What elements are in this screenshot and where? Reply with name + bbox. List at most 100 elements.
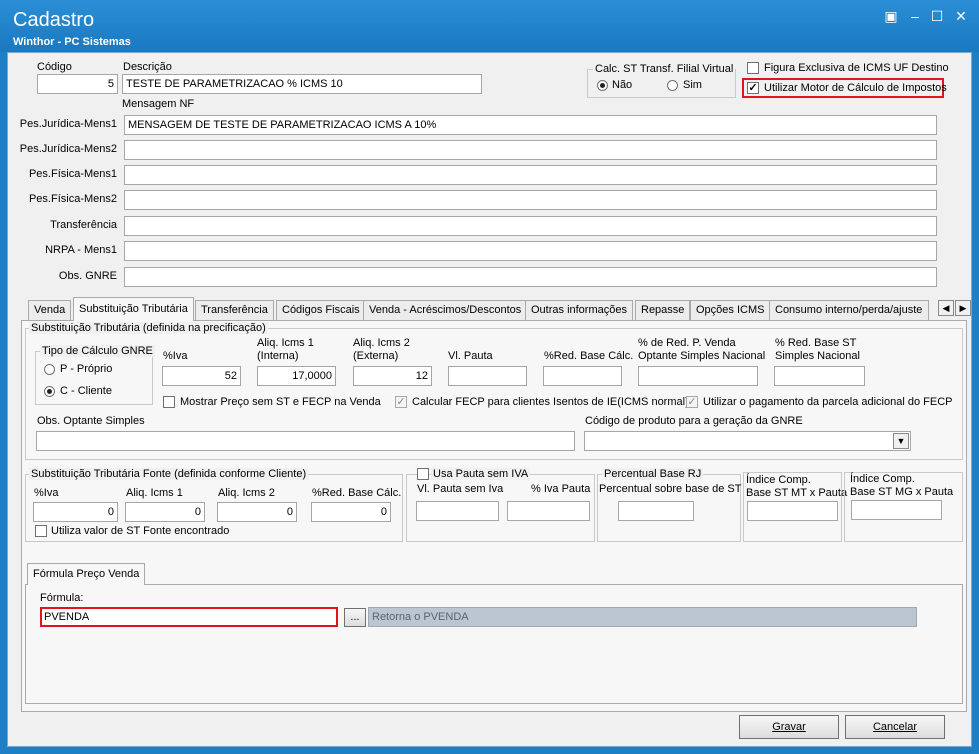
tipo-proprio-radio[interactable] — [44, 364, 55, 375]
red-st-label-2: Simples Nacional — [775, 350, 860, 362]
tab-substituicao-tributaria[interactable]: Substituição Tributária — [73, 297, 194, 321]
msg-input-1[interactable]: MENSAGEM DE TESTE DE PARAMETRIZACAO ICMS… — [124, 115, 937, 135]
msg-input-5[interactable] — [124, 216, 937, 236]
calc-st-sim-label: Sim — [683, 79, 702, 91]
red-base-label: %Red. Base Cálc. — [544, 350, 634, 362]
indice-mt-input[interactable] — [747, 501, 838, 521]
mostrar-preco-label: Mostrar Preço sem ST e FECP na Venda — [180, 396, 381, 408]
cancelar-button[interactable]: Cancelar — [845, 715, 945, 739]
usa-pauta-title: Usa Pauta sem IVA — [431, 468, 531, 480]
figura-exclusiva-label: Figura Exclusiva de ICMS UF Destino — [764, 62, 949, 74]
cancelar-label: Cancelar — [872, 721, 918, 733]
iva-pauta-label: % Iva Pauta — [531, 483, 591, 495]
tab-outras-informacoes[interactable]: Outras informações — [525, 300, 633, 320]
base-rj-input[interactable] — [618, 501, 694, 521]
codigo-input[interactable]: 5 — [37, 74, 118, 94]
minimize-icon[interactable]: – — [906, 8, 924, 24]
msg-label-1: Pes.Jurídica-Mens1 — [19, 118, 117, 130]
tab-repasse[interactable]: Repasse — [635, 300, 691, 320]
red-venda-input[interactable] — [638, 366, 758, 386]
indice-mg-label-1: Índice Comp. — [850, 473, 915, 485]
gravar-label: Gravar — [772, 721, 806, 733]
formula-input[interactable]: PVENDA — [40, 607, 338, 627]
utilizar-fecp-label: Utilizar o pagamento da parcela adiciona… — [703, 396, 953, 408]
aliq1-input[interactable]: 17,0000 — [257, 366, 336, 386]
gravar-button[interactable]: Gravar — [739, 715, 839, 739]
tab-formula-preco-venda[interactable]: Fórmula Preço Venda — [27, 563, 146, 585]
calcular-fecp-checkbox[interactable]: ✓ — [395, 396, 407, 408]
msg-input-3[interactable] — [124, 165, 937, 185]
aliq1-label-2: (Interna) — [257, 350, 299, 362]
red-st-input[interactable] — [774, 366, 865, 386]
calc-st-nao-label: Não — [612, 79, 633, 91]
utilizar-fecp-checkbox[interactable]: ✓ — [686, 396, 698, 408]
descricao-label: Descrição — [123, 61, 172, 73]
vl-pauta-input[interactable] — [416, 501, 499, 521]
tab-scroll-right-icon[interactable]: ▶ — [955, 300, 971, 316]
obs-optante-input[interactable] — [36, 431, 575, 451]
msg-label-7: Obs. GNRE — [58, 270, 117, 282]
utiliza-st-fonte-label: Utiliza valor de ST Fonte encontrado — [51, 525, 230, 537]
pauta-input[interactable] — [448, 366, 527, 386]
window-subtitle: Winthor - PC Sistemas — [13, 36, 131, 48]
motor-calculo-checkbox[interactable]: ✓ — [747, 82, 759, 94]
title-bar — [0, 0, 979, 52]
fonte-iva-input[interactable]: 0 — [33, 502, 118, 522]
formula-panel — [25, 584, 963, 704]
obs-optante-label: Obs. Optante Simples — [37, 415, 145, 427]
restore-icon[interactable]: ▣ — [882, 8, 900, 24]
formula-browse-button[interactable]: ... — [344, 608, 366, 627]
msg-input-4[interactable] — [124, 190, 937, 210]
msg-label-2: Pes.Jurídica-Mens2 — [19, 143, 117, 155]
tipo-proprio-label: P - Próprio — [60, 363, 113, 375]
aliq2-input[interactable]: 12 — [353, 366, 432, 386]
tab-venda-acrescimos[interactable]: Venda - Acréscimos/Descontos — [363, 300, 528, 320]
vl-pauta-label: Vl. Pauta sem Iva — [417, 483, 504, 495]
usa-pauta-checkbox[interactable] — [417, 468, 429, 480]
tipo-cliente-radio[interactable] — [44, 386, 55, 397]
tab-scroll-left-icon[interactable]: ◀ — [938, 300, 954, 316]
tab-venda[interactable]: Venda — [28, 300, 72, 320]
tab-consumo-interno[interactable]: Consumo interno/perda/ajuste — [769, 300, 929, 320]
fonte-red-input[interactable]: 0 — [311, 502, 391, 522]
msg-input-2[interactable] — [124, 140, 937, 160]
st-group-title: Substituição Tributária (definida na pre… — [29, 322, 268, 334]
utiliza-st-fonte-checkbox[interactable] — [35, 525, 47, 537]
aliq1-label-1: Aliq. Icms 1 — [257, 337, 314, 349]
msg-label-3: Pes.Física-Mens1 — [28, 168, 117, 180]
mostrar-preco-checkbox[interactable] — [163, 396, 175, 408]
iva-label: %Iva — [163, 350, 188, 362]
close-icon[interactable]: ✕ — [952, 8, 970, 24]
calc-st-nao-radio[interactable] — [597, 80, 608, 91]
msg-input-7[interactable] — [124, 267, 937, 287]
indice-mg-input[interactable] — [851, 500, 942, 520]
fonte-aliq1-input[interactable]: 0 — [125, 502, 205, 522]
msg-label-5: Transferência — [50, 219, 117, 231]
fonte-red-label: %Red. Base Cálc. — [312, 487, 402, 499]
chevron-down-icon[interactable]: ▼ — [893, 433, 909, 449]
indice-mt-label-2: Base ST MT x Pauta — [746, 487, 848, 499]
iva-input[interactable]: 52 — [162, 366, 241, 386]
codigo-gnre-select[interactable] — [584, 431, 911, 451]
base-rj-title: Percentual Base RJ — [602, 468, 704, 480]
descricao-input[interactable]: TESTE DE PARAMETRIZACAO % ICMS 10 — [122, 74, 482, 94]
fonte-aliq2-input[interactable]: 0 — [217, 502, 297, 522]
base-rj-label: Percentual sobre base de ST — [599, 483, 742, 495]
aliq2-label-1: Aliq. Icms 2 — [353, 337, 410, 349]
tab-opcoes-icms[interactable]: Opções ICMS — [690, 300, 771, 320]
msg-label-6: NRPA - Mens1 — [45, 244, 117, 256]
red-venda-label-1: % de Red. P. Venda — [638, 337, 736, 349]
msg-label-4: Pes.Física-Mens2 — [28, 193, 117, 205]
red-venda-label-2: Optante Simples Nacional — [638, 350, 766, 362]
calcular-fecp-label: Calcular FECP para clientes Isentos de I… — [412, 396, 689, 408]
red-base-input[interactable] — [543, 366, 622, 386]
maximize-icon[interactable]: ☐ — [928, 8, 946, 24]
aliq2-label-2: (Externa) — [353, 350, 399, 362]
calc-st-sim-radio[interactable] — [667, 80, 678, 91]
fonte-aliq2-label: Aliq. Icms 2 — [218, 487, 275, 499]
msg-input-6[interactable] — [124, 241, 937, 261]
iva-pauta-input[interactable] — [507, 501, 590, 521]
figura-exclusiva-checkbox[interactable] — [747, 62, 759, 74]
tab-transferencia[interactable]: Transferência — [195, 300, 274, 320]
tab-codigos-fiscais[interactable]: Códigos Fiscais — [276, 300, 366, 320]
